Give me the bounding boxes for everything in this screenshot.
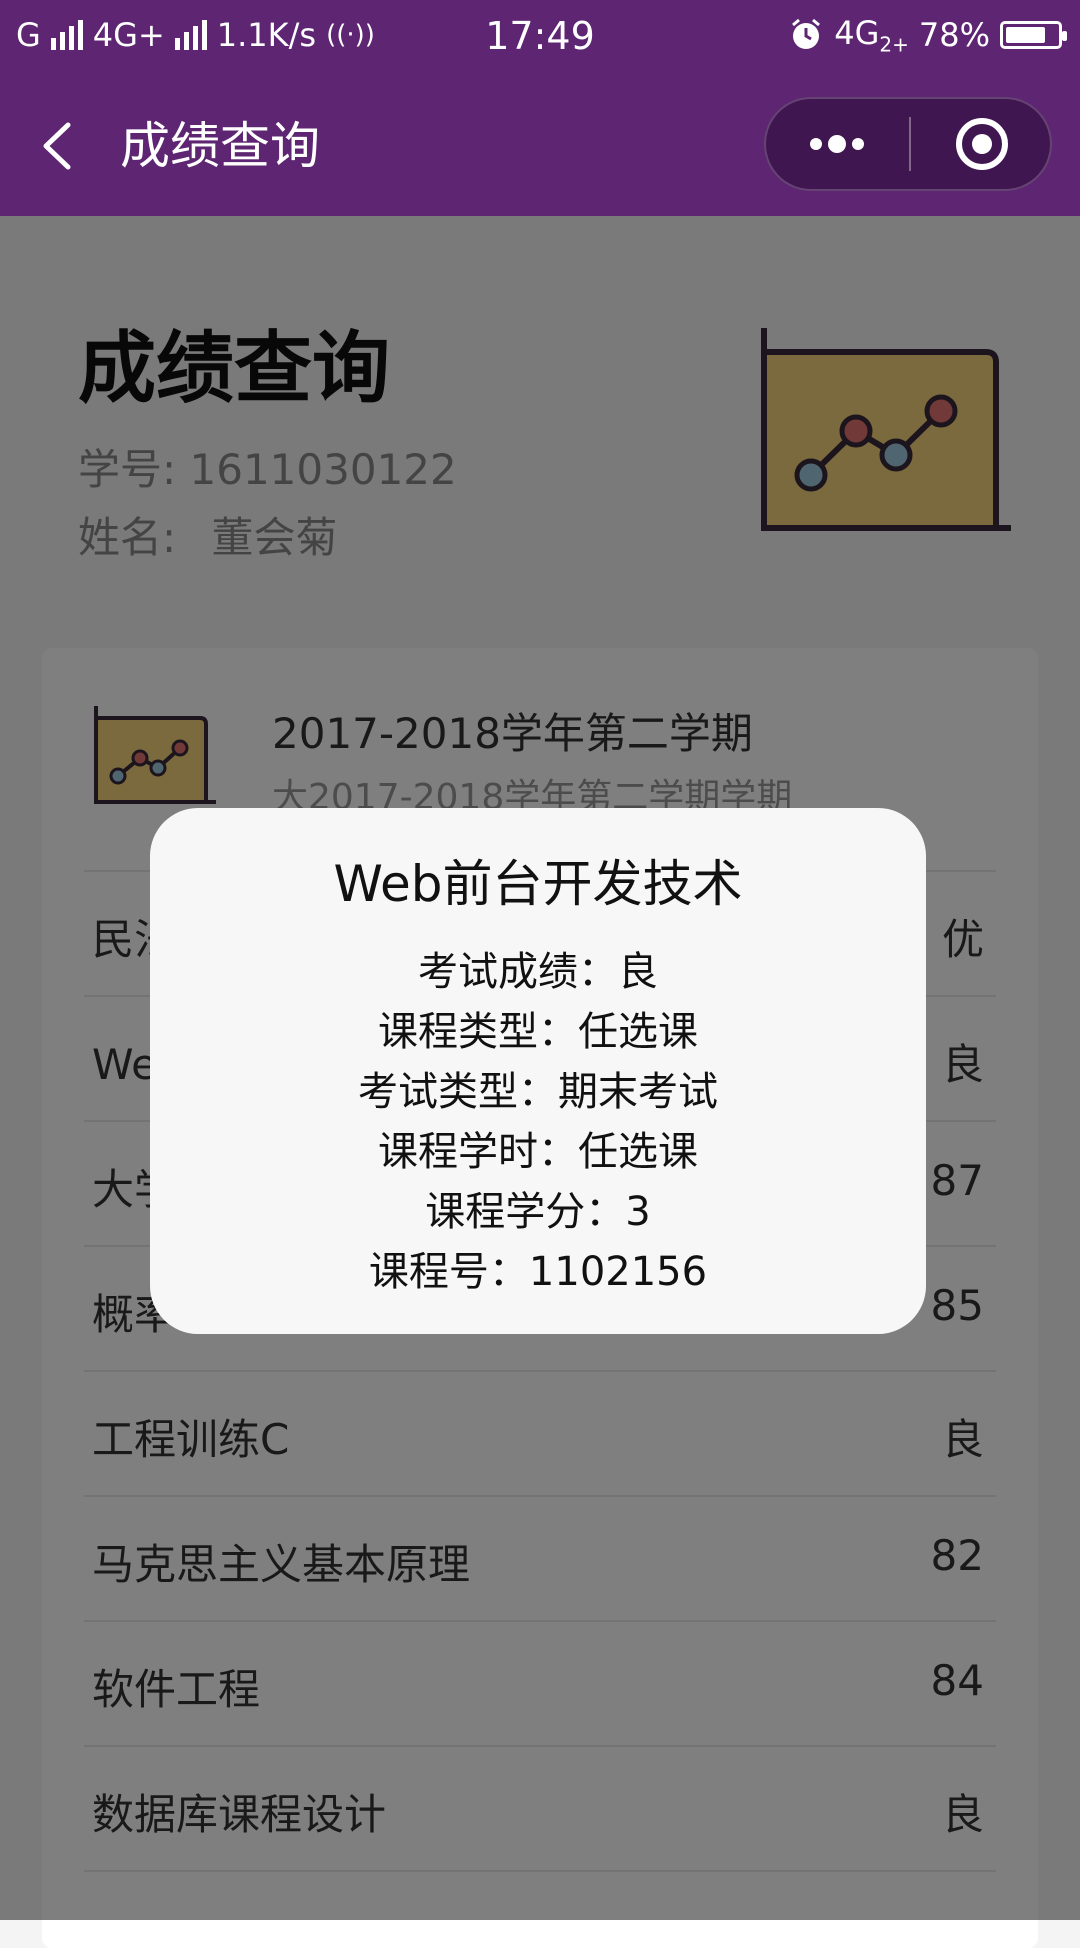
detail-exam-type: 考试类型：期末考试 xyxy=(358,1069,718,1115)
more-button[interactable] xyxy=(766,99,909,189)
detail-course-hours: 课程学时：任选课 xyxy=(378,1129,698,1175)
battery-icon xyxy=(1000,21,1067,50)
battery-percent: 78% xyxy=(918,16,990,55)
more-icon xyxy=(810,135,864,153)
detail-course-credit: 课程学分：3 xyxy=(425,1189,651,1235)
capsule-menu xyxy=(764,97,1052,191)
nav-bar: 成绩查询 xyxy=(0,75,1080,216)
status-right: 4G2+ 78% xyxy=(788,14,1067,57)
network-label-2: 4G2+ xyxy=(834,14,909,57)
detail-exam-score: 考试成绩：良 xyxy=(418,949,658,995)
course-detail-modal: Web前台开发技术 考试成绩：良 课程类型：任选课 考试类型：期末考试 课程学时… xyxy=(150,808,926,1334)
battery-fill xyxy=(1006,27,1045,44)
close-button[interactable] xyxy=(911,99,1052,189)
alarm-icon xyxy=(792,19,821,50)
back-button[interactable] xyxy=(30,113,90,179)
detail-course-type: 课程类型：任选课 xyxy=(378,1009,698,1055)
nav-title: 成绩查询 xyxy=(120,117,320,175)
close-target-icon xyxy=(956,118,1008,170)
detail-course-number: 课程号：1102156 xyxy=(368,1249,708,1295)
status-bar: G 4G+ 1.1K/s ((·)) 17:49 4G2+ 78% xyxy=(0,0,1080,75)
modal-details: 考试成绩：良 课程类型：任选课 考试类型：期末考试 课程学时：任选课 课程学分：… xyxy=(150,942,926,1302)
modal-title: Web前台开发技术 xyxy=(333,855,743,913)
back-icon xyxy=(43,122,71,170)
